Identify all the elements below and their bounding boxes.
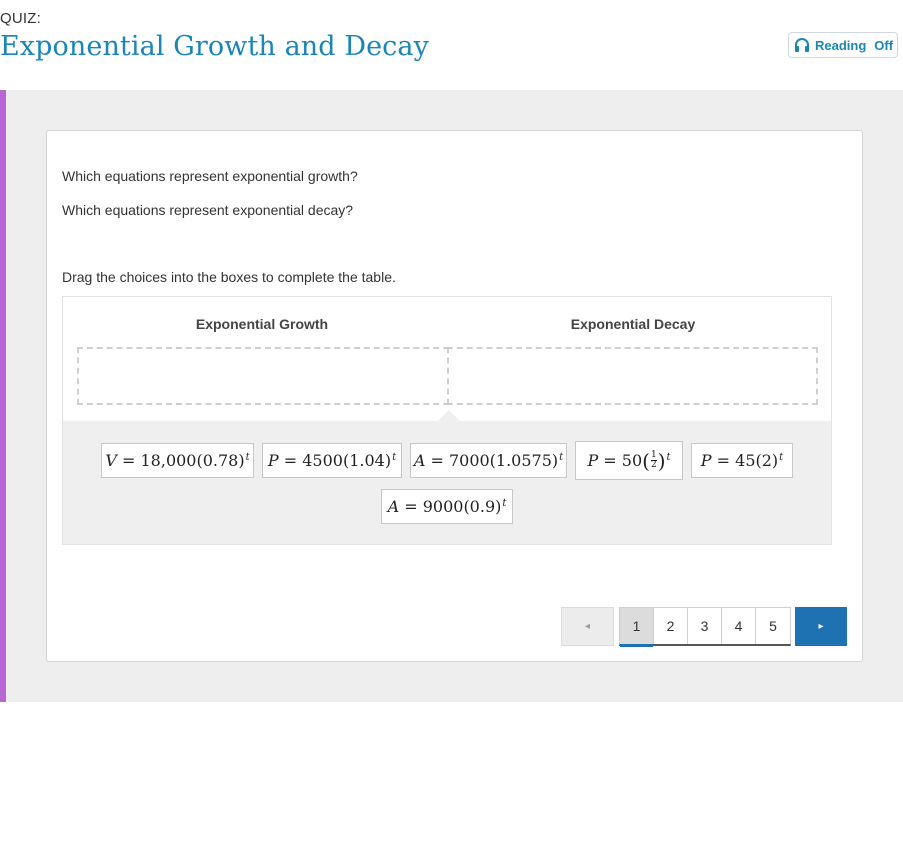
page-button[interactable]: 1 — [620, 608, 654, 647]
chip-expression: 9000(0.9) — [422, 497, 502, 516]
column-header-growth: Exponential Growth — [195, 316, 329, 332]
chip-coefficient: 50 — [621, 451, 643, 470]
page-button[interactable]: 3 — [688, 608, 722, 644]
page-button[interactable]: 4 — [722, 608, 756, 644]
chip-variable: P — [267, 451, 279, 470]
chip-exponent: t — [502, 498, 507, 509]
chip-variable: V — [105, 451, 117, 470]
choice-chip[interactable]: P = 45(2) t — [691, 443, 793, 478]
column-header-decay: Exponential Decay — [570, 316, 696, 332]
chip-fraction: 12 — [650, 450, 657, 470]
page-title: Exponential Growth and Decay — [0, 31, 429, 62]
quiz-kicker: QUIZ: — [0, 10, 41, 27]
choices-tray — [63, 421, 831, 544]
triangle-right-icon: ▸ — [818, 621, 824, 632]
reading-state: Off — [874, 37, 894, 53]
drop-zone-decay[interactable] — [447, 347, 818, 405]
chip-exponent: t — [245, 452, 250, 463]
page-selector: 1 2 3 4 5 — [619, 607, 791, 647]
chip-expression: 45(2) — [735, 451, 779, 470]
reading-label: Reading — [815, 37, 867, 53]
page-button[interactable]: 2 — [654, 608, 688, 644]
next-button[interactable]: ▸ — [795, 607, 847, 646]
tray-notch — [438, 410, 460, 421]
chip-exponent: t — [559, 452, 564, 463]
choice-chip[interactable]: A = 9000(0.9) t — [381, 489, 513, 524]
chip-expression: 18,000(0.78) — [140, 451, 245, 470]
choice-chip[interactable]: V = 18,000(0.78) t — [101, 443, 254, 478]
chip-exponent: t — [779, 452, 784, 463]
choice-chip[interactable]: P = 50(1 2) t — [575, 441, 683, 480]
chip-variable: A — [413, 451, 426, 470]
page-button[interactable]: 5 — [756, 608, 790, 644]
chip-expression: 7000(1.0575) — [448, 451, 559, 470]
choice-chip[interactable]: A = 7000(1.0575) t — [410, 443, 567, 478]
chip-variable: P — [587, 451, 599, 470]
chip-exponent: t — [392, 452, 397, 463]
question-prompt-growth: Which equations represent exponential gr… — [62, 168, 358, 184]
reading-toggle-button[interactable]: Reading Off — [788, 32, 898, 58]
fraction-denominator: 2 — [650, 460, 657, 470]
choice-chip[interactable]: P = 4500(1.04) t — [262, 443, 402, 478]
chip-expression: 4500(1.04) — [302, 451, 392, 470]
drag-instruction: Drag the choices into the boxes to compl… — [62, 269, 396, 285]
chip-exponent: t — [666, 452, 671, 463]
chip-variable: P — [700, 451, 712, 470]
chip-variable: A — [387, 497, 400, 516]
fraction-numerator: 1 — [650, 450, 657, 460]
question-prompt-decay: Which equations represent exponential de… — [62, 202, 354, 218]
drop-zone-growth[interactable] — [77, 347, 449, 405]
accent-bar — [0, 90, 6, 702]
previous-button[interactable]: ◂ — [561, 607, 614, 646]
headphones-icon — [795, 38, 809, 52]
triangle-left-icon: ◂ — [584, 621, 591, 632]
